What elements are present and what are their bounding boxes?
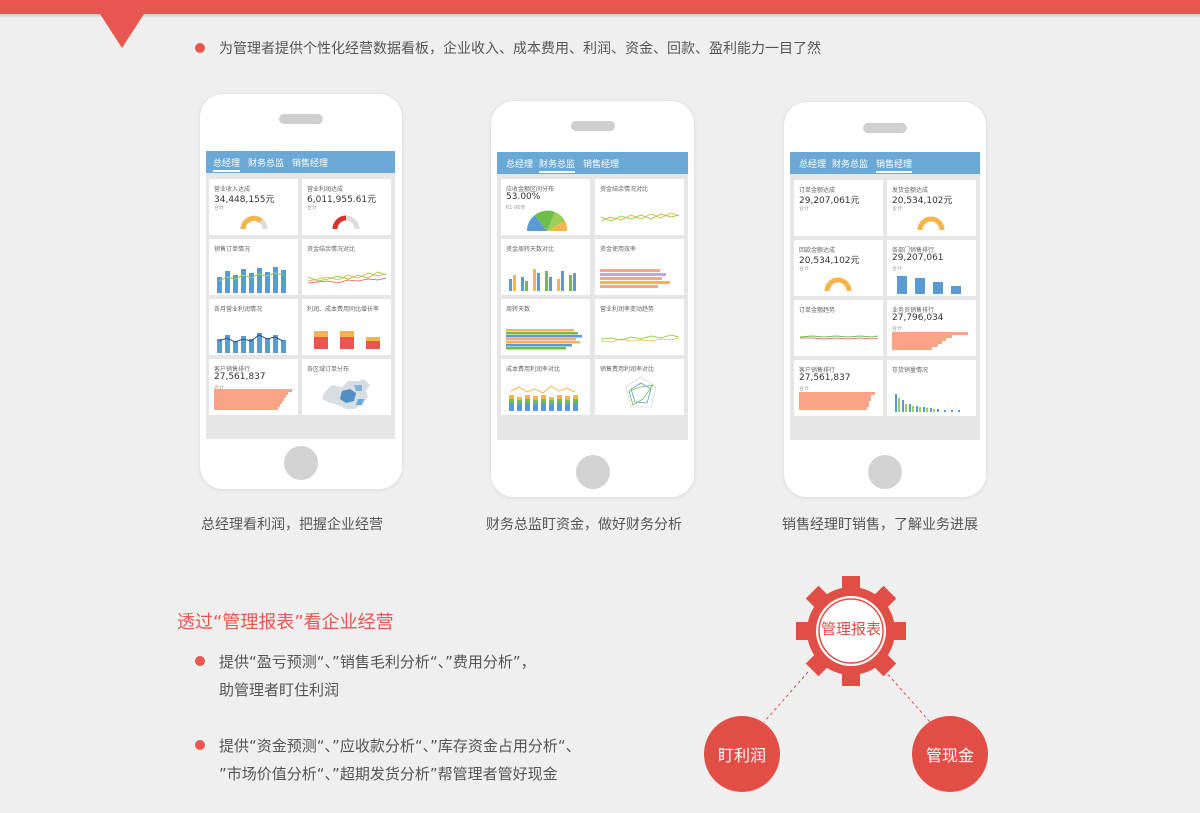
diagram-connectors (763, 669, 931, 723)
watch-profit-label: 盯利润 (717, 746, 766, 765)
watch-profit-circle: 盯利润 (704, 716, 780, 792)
gear-label: 管理报表 (820, 620, 881, 638)
manage-cash-label: 管现金 (925, 746, 974, 765)
manage-cash-circle: 管现金 (912, 716, 988, 792)
